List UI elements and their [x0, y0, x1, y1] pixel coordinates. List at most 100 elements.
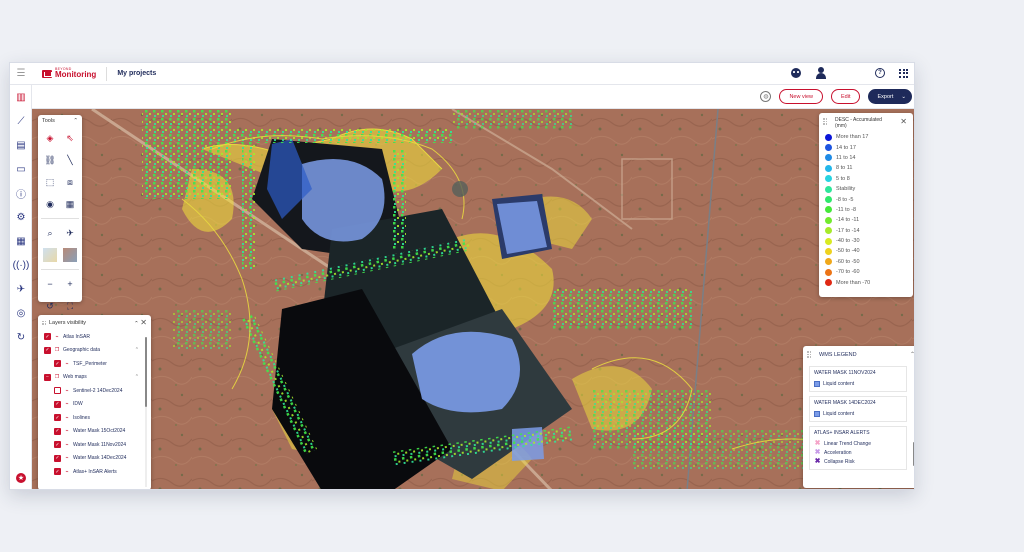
zoom-out-icon[interactable]: −	[41, 275, 59, 293]
satellite-tool-icon[interactable]: ✈	[61, 224, 79, 242]
settings-icon[interactable]: ⚙	[10, 205, 32, 229]
layer-checkbox[interactable]: ✓	[44, 346, 51, 354]
layer-checkbox[interactable]: −	[44, 373, 51, 381]
layers-tool-icon[interactable]: ◈	[41, 129, 59, 147]
layer-type-icon: ⌁	[65, 455, 69, 462]
layer-checkbox[interactable]: ✓	[54, 427, 61, 435]
layer-checkbox[interactable]	[54, 387, 61, 395]
document-icon[interactable]: ▭	[10, 157, 32, 181]
search-icon[interactable]: ⌕	[41, 224, 59, 242]
legend-label: More than 17	[836, 134, 869, 141]
wms-section: WATER MASK 11NOV2024 Liquid content	[809, 366, 907, 392]
drag-handle-icon[interactable]	[807, 351, 811, 358]
layer-label: Water Mask 11Nov2024	[73, 441, 127, 448]
layer-row[interactable]: ✓ ⌁ TSF_Perimeter	[44, 357, 145, 371]
layer-row[interactable]: ✓ ⌁ IDW	[44, 398, 145, 412]
layer-row[interactable]: ✓ ⌁ Atlas+ InSAR Alerts	[44, 465, 145, 479]
drag-handle-icon[interactable]	[42, 320, 46, 325]
layer-checkbox[interactable]: ✓	[54, 441, 61, 449]
menu-icon[interactable]: ☰	[10, 63, 32, 85]
drag-handle-icon[interactable]	[823, 118, 827, 125]
top-bar: ☰ BEYOND Monitoring My projects ?	[10, 63, 914, 85]
legend-swatch	[825, 164, 832, 172]
basemap-satellite-icon[interactable]	[63, 248, 77, 262]
globe-icon[interactable]: ◎	[10, 301, 32, 325]
measure-line-icon[interactable]: ╲	[61, 151, 79, 169]
legend-label: -11 to -8	[836, 206, 857, 213]
chevron-up-icon[interactable]: ⌃	[135, 374, 139, 380]
basemap-light-icon[interactable]	[43, 248, 57, 262]
apps-grid-icon[interactable]	[899, 68, 908, 78]
legend-swatch	[825, 154, 832, 162]
layer-row[interactable]: ⌁ Sentinel-2 14Dec2024	[44, 384, 145, 398]
language-icon[interactable]: ◍	[760, 91, 772, 102]
refresh-icon[interactable]: ↻	[10, 325, 32, 349]
export-button[interactable]: Export ⌄	[868, 89, 912, 104]
layer-checkbox[interactable]: ✓	[54, 468, 61, 476]
map-canvas[interactable]	[32, 109, 915, 490]
legend-item: -70 to -60	[819, 267, 913, 277]
desc-legend-panel: DESC - Accumulated (mm) ✕ More than 17 14…	[819, 113, 913, 297]
square-swatch-icon	[814, 380, 820, 387]
wms-section: WATER MASK 14DEC2024 Liquid content	[809, 396, 907, 422]
edit-button[interactable]: Edit	[831, 89, 861, 104]
app-logo[interactable]: BEYOND Monitoring	[42, 67, 96, 80]
folder-icon: ❐	[54, 347, 60, 354]
location-tool-icon[interactable]: ◉	[41, 195, 59, 213]
support-icon[interactable]	[791, 68, 801, 78]
building-icon[interactable]: ▦	[10, 229, 32, 253]
layer-row[interactable]: ✓ ⌁ Atlas InSAR	[44, 330, 145, 344]
layer-row[interactable]: ✓ ⌁ Water Mask 15Oct2024	[44, 425, 145, 439]
layer-row[interactable]: ✓ ⌁ Water Mask 11Nov2024	[44, 438, 145, 452]
layer-label: Geographic data	[63, 347, 100, 354]
legend-item: -17 to -14	[819, 226, 913, 236]
zoom-in-icon[interactable]: +	[61, 275, 79, 293]
sensor-icon[interactable]: ((·))	[10, 253, 32, 277]
legend-label: More than -70	[836, 279, 871, 286]
layer-checkbox[interactable]: ✓	[54, 400, 61, 408]
rotate-icon[interactable]: ↺	[41, 297, 59, 315]
fullscreen-icon[interactable]: ⛶	[61, 297, 79, 315]
polygon-tool-icon[interactable]: ⬚	[41, 173, 59, 191]
satellite-map[interactable]: Tools ⌃ ◈ ⇖ ⛓ ╲ ⬚ ⧈ ◉ ▦ ⌕ ✈ − + ↺ ⛶ Laye…	[32, 109, 915, 490]
layer-row[interactable]: ✓ ❐ Geographic data ⌃	[44, 344, 145, 358]
satellite-icon[interactable]: ✈	[10, 277, 32, 301]
chevron-up-icon[interactable]: ⌃	[73, 118, 78, 124]
legend-item: -8 to -5	[819, 194, 913, 204]
legend-item: 5 to 8	[819, 174, 913, 184]
chevron-up-icon[interactable]: ⌃	[134, 321, 139, 327]
layer-checkbox[interactable]: ✓	[54, 360, 61, 368]
close-icon[interactable]: ✕	[900, 117, 907, 126]
layer-checkbox[interactable]: ✓	[44, 333, 51, 341]
chevron-up-icon[interactable]: ⌃	[135, 347, 139, 353]
legend-item: -60 to -50	[819, 257, 913, 267]
wms-scrollbar[interactable]	[913, 442, 914, 466]
map-icon[interactable]: ▥	[10, 85, 32, 109]
layer-row[interactable]: ✓ ⌁ Water Mask 14Dec2024	[44, 452, 145, 466]
report-icon[interactable]: ▤	[10, 133, 32, 157]
select-cursor-icon[interactable]: ⇖	[61, 129, 79, 147]
legend-label: 14 to 17	[836, 144, 856, 151]
calendar-tool-icon[interactable]: ▦	[61, 195, 79, 213]
user-icon[interactable]	[815, 67, 827, 79]
layer-checkbox[interactable]: ✓	[54, 454, 61, 462]
my-projects-link[interactable]: My projects	[117, 70, 156, 77]
help-icon[interactable]: ?	[875, 68, 885, 78]
layers-scrollbar[interactable]	[145, 337, 147, 487]
wms-section-title: WATER MASK 14DEC2024	[814, 400, 876, 406]
legend-label: -60 to -50	[836, 258, 860, 265]
chart-icon[interactable]: ⟋	[10, 109, 32, 133]
layer-checkbox[interactable]: ✓	[54, 414, 61, 422]
layer-row[interactable]: − ❐ Web maps ⌃	[44, 371, 145, 385]
legend-label: -40 to -30	[836, 238, 860, 245]
new-view-button[interactable]: New view	[779, 89, 823, 104]
rectangle-tool-icon[interactable]: ⧈	[61, 173, 79, 191]
square-swatch-icon	[814, 410, 820, 417]
layer-row[interactable]: ✓ ⌁ Isolines	[44, 411, 145, 425]
wms-section-title: WATER MASK 11NOV2024	[814, 370, 876, 376]
link-tool-icon[interactable]: ⛓	[41, 151, 59, 169]
close-icon[interactable]: ✕	[140, 318, 147, 327]
chevron-up-icon[interactable]: ⌃	[910, 351, 914, 358]
info-icon[interactable]: ⓘ	[10, 181, 32, 205]
legend-swatch	[825, 268, 832, 276]
